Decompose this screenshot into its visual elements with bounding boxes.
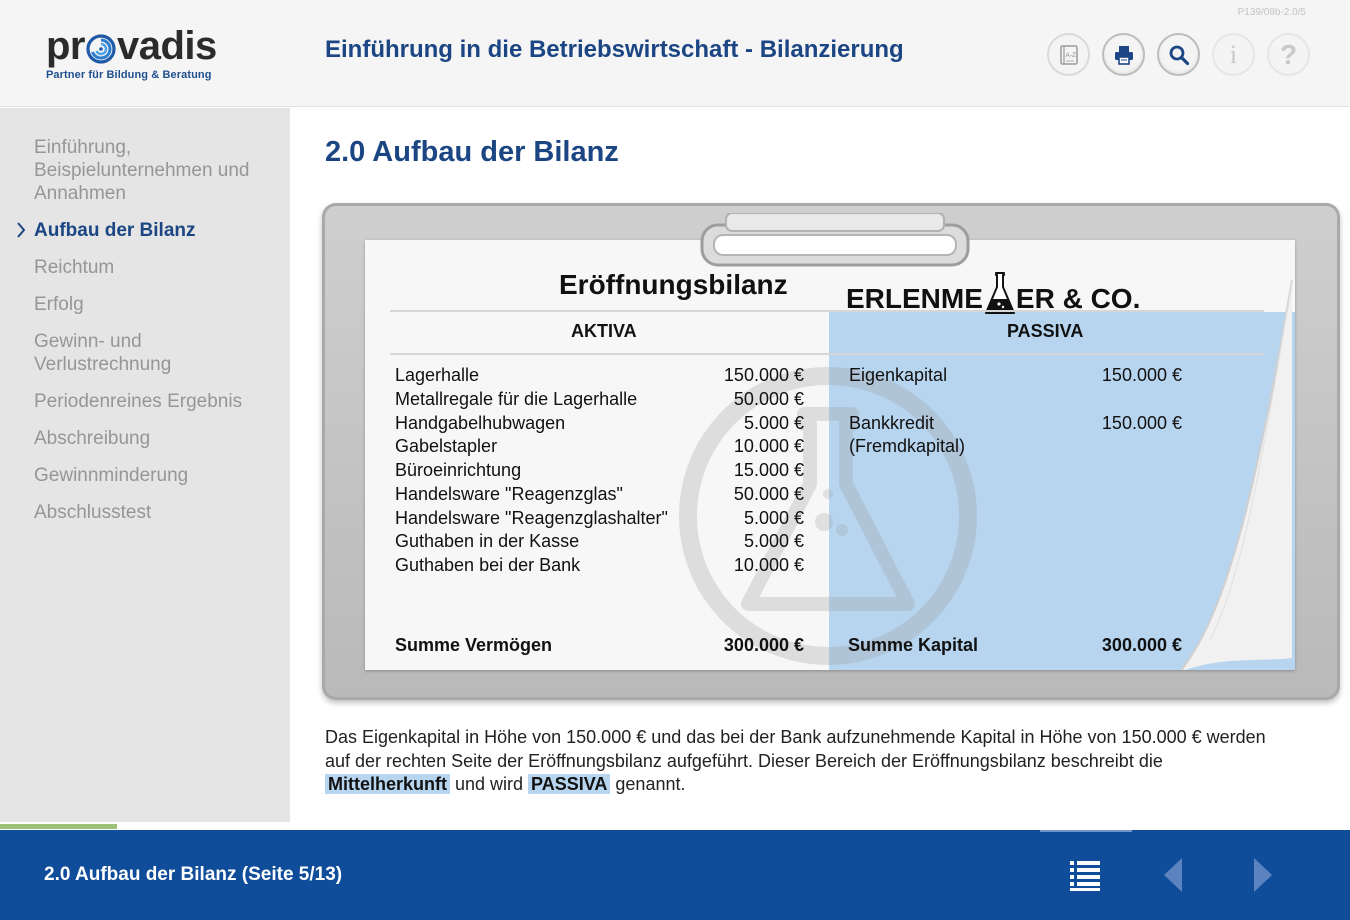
sidebar-item-abschreibung[interactable]: Abschreibung <box>0 427 290 450</box>
help-icon: ? <box>1279 38 1298 70</box>
aktiva-item-amount: 10.000 € <box>733 555 804 575</box>
logo-wordmark: pr vadis <box>46 24 217 68</box>
aktiva-item-name: Handelsware "Reagenzglashalter" <box>395 508 668 528</box>
footer: 2.0 Aufbau der Bilanz (Seite 5/13) <box>0 830 1350 920</box>
page-curl <box>1180 280 1293 670</box>
clipboard-clip <box>700 213 970 267</box>
passiva-item-name: Bankkredit <box>849 413 935 433</box>
glossary-label: A-Z <box>1065 52 1076 59</box>
aktiva-header: AKTIVA <box>571 321 637 341</box>
chevron-right-icon <box>17 222 26 238</box>
aktiva-sum-amount: 300.000 € <box>723 635 804 655</box>
aktiva-item-amount: 10.000 € <box>733 436 804 456</box>
version-label: P139/08b-2.0/5 <box>1237 7 1306 18</box>
progress-bar <box>0 824 117 829</box>
aktiva-item-name: Handelsware "Reagenzglas" <box>395 484 623 504</box>
highlight-mittelherkunft: Mittelherkunft <box>325 774 450 794</box>
next-arrow-icon <box>1254 858 1272 892</box>
bilanz-heading: Eröffnungsbilanz <box>559 269 788 300</box>
footer-page-title: 2.0 Aufbau der Bilanz (Seite 5/13) <box>44 864 343 885</box>
help-button[interactable]: ? <box>1267 33 1310 76</box>
aktiva-item-amount: 5.000 € <box>743 531 804 551</box>
search-button[interactable] <box>1157 33 1200 76</box>
header: P139/08b-2.0/5 pr vadis Partner für Bild… <box>0 0 1350 107</box>
logo-swirl-icon <box>86 34 116 64</box>
next-button[interactable] <box>1242 854 1284 896</box>
toolbar: A-Z i ? <box>1047 33 1310 76</box>
description-text: Das Eigenkapital in Höhe von 150.000 € u… <box>325 727 1266 794</box>
app-window: P139/08b-2.0/5 pr vadis Partner für Bild… <box>0 0 1350 920</box>
logo-word-left: pr <box>46 24 86 68</box>
print-button[interactable] <box>1102 33 1145 76</box>
provadis-logo: pr vadis Partner für Bildung & Beratung <box>46 24 217 81</box>
passiva-header: PASSIVA <box>1007 321 1084 341</box>
book-az-icon: A-Z <box>1059 44 1078 65</box>
info-button[interactable]: i <box>1212 33 1255 76</box>
sidebar-item-einfuehrung[interactable]: Einführung, Beispielunternehmen und Anna… <box>0 136 290 205</box>
aktiva-item-amount: 5.000 € <box>743 508 804 528</box>
prev-button[interactable] <box>1152 854 1194 896</box>
passiva-item-amount: 150.000 € <box>1101 365 1182 385</box>
sidebar-item-guv[interactable]: Gewinn- und Verlustrechnung <box>0 330 290 376</box>
toc-list-icon <box>1070 861 1100 891</box>
footer-tab-indicator <box>1040 830 1132 832</box>
aktiva-item-amount: 50.000 € <box>733 389 804 409</box>
sidebar: Einführung, Beispielunternehmen und Anna… <box>0 108 290 822</box>
sidebar-item-erfolg[interactable]: Erfolg <box>0 293 290 316</box>
aktiva-item-name: Büroeinrichtung <box>395 460 522 480</box>
passiva-sum-amount: 300.000 € <box>1101 635 1182 655</box>
passiva-item-name: Eigenkapital <box>849 365 948 385</box>
logo-tagline: Partner für Bildung & Beratung <box>46 69 212 81</box>
passiva-item-name-line2: (Fremdkapital) <box>849 436 966 456</box>
aktiva-sum-label: Summe Vermögen <box>395 635 553 655</box>
passiva-item-amount: 150.000 € <box>1101 413 1182 433</box>
search-icon <box>1169 45 1189 65</box>
aktiva-item-name: Lagerhalle <box>395 365 480 385</box>
prev-arrow-icon <box>1164 858 1182 892</box>
printer-icon <box>1114 45 1133 65</box>
divider-header <box>390 353 1264 355</box>
toc-button[interactable] <box>1062 854 1108 896</box>
aktiva-item-name: Guthaben in der Kasse <box>395 531 580 551</box>
company-name: ERLENME ER & CO. <box>846 269 1140 315</box>
glossary-button[interactable]: A-Z <box>1047 33 1090 76</box>
divider-top <box>390 310 1264 312</box>
aktiva-item-name: Metallregale für die Lagerhalle <box>395 389 638 409</box>
aktiva-item-name: Handgabelhubwagen <box>395 413 566 433</box>
passiva-sum-label: Summe Kapital <box>848 635 979 655</box>
aktiva-item-amount: 15.000 € <box>733 460 804 480</box>
sidebar-item-periodenreines-ergebnis[interactable]: Periodenreines Ergebnis <box>0 390 290 413</box>
app-title: Einführung in die Betriebswirtschaft - B… <box>325 36 904 63</box>
aktiva-item-name: Guthaben bei der Bank <box>395 555 581 575</box>
logo-word-right: vadis <box>117 24 217 68</box>
sidebar-item-reichtum[interactable]: Reichtum <box>0 256 290 279</box>
aktiva-item-amount: 50.000 € <box>733 484 804 504</box>
sidebar-item-gewinnminderung[interactable]: Gewinnminderung <box>0 464 290 487</box>
sidebar-item-aufbau-der-bilanz[interactable]: Aufbau der Bilanz <box>0 219 290 242</box>
aktiva-item-amount: 150.000 € <box>723 365 804 385</box>
info-icon: i <box>1229 39 1238 69</box>
page-title: 2.0 Aufbau der Bilanz <box>325 136 619 168</box>
chapter-nav: Einführung, Beispielunternehmen und Anna… <box>0 136 290 538</box>
sidebar-item-abschlusstest[interactable]: Abschlusstest <box>0 501 290 524</box>
highlight-passiva: PASSIVA <box>528 774 611 794</box>
aktiva-item-name: Gabelstapler <box>395 436 498 456</box>
aktiva-item-amount: 5.000 € <box>743 413 804 433</box>
